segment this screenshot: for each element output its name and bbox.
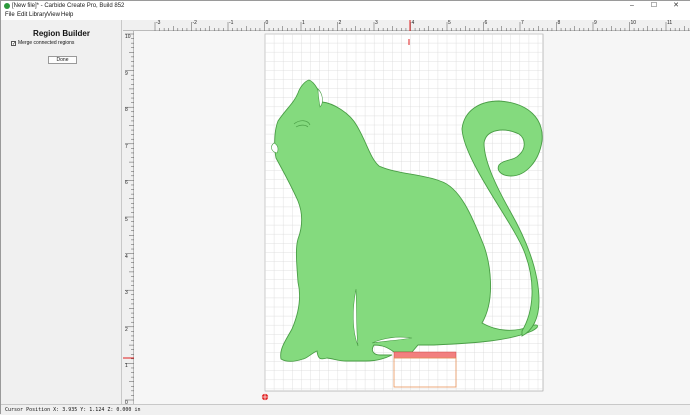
- ruler-label-y: 4: [125, 253, 128, 260]
- ruler-label-x: 10: [630, 20, 637, 26]
- ruler-label-x: -2: [192, 20, 197, 26]
- done-button[interactable]: Done: [48, 56, 77, 64]
- ruler-label-y: 5: [125, 217, 128, 223]
- menu-bar: File Edit Library View Help: [1, 11, 690, 20]
- title-bar: [New file]* - Carbide Create Pro, Build …: [1, 1, 690, 11]
- ruler-label-x: 8: [557, 20, 561, 26]
- ruler-label-y: 2: [125, 326, 128, 333]
- ruler-label-x: 1: [302, 20, 305, 26]
- horizontal-ruler-ticks: [154, 20, 690, 31]
- panel-title: Region Builder: [33, 29, 90, 38]
- horizontal-ruler: -3 -2 -1 0 1 2 3 4 5 6 7 8 9 10 11: [123, 20, 690, 31]
- ruler-label-y: 6: [125, 180, 128, 187]
- ruler-label-x: 2: [338, 20, 342, 26]
- merge-regions-checkbox[interactable]: ✓: [11, 41, 16, 47]
- ruler-label-y: 7: [125, 143, 128, 150]
- menu-view[interactable]: View: [47, 11, 60, 20]
- menu-help[interactable]: Help: [61, 11, 73, 20]
- design-canvas[interactable]: -3 -2 -1 0 1 2 3 4 5 6 7 8 9 10 11 10 9 8 7 6 5 4 3 2 1 0: [123, 20, 690, 406]
- region-builder-panel: Region Builder ✓ Merge connected regions…: [1, 20, 122, 404]
- vertical-ruler: 10 9 8 7 6 5 4 3 2 1 0: [123, 31, 134, 406]
- merge-regions-label: Merge connected regions: [18, 40, 75, 46]
- menu-edit[interactable]: Edit: [17, 11, 27, 20]
- ruler-label-x: 3: [375, 20, 378, 26]
- ruler-label-x: 6: [484, 20, 488, 26]
- ruler-label-x: 9: [594, 20, 597, 26]
- origin-marker-icon: [261, 393, 269, 401]
- menu-library[interactable]: Library: [29, 11, 47, 20]
- ruler-label-y: 10: [125, 34, 131, 40]
- ruler-label-y: 3: [125, 290, 128, 297]
- selected-region[interactable]: [393, 351, 457, 359]
- workspace[interactable]: [134, 31, 690, 404]
- ruler-label-y: 1: [125, 363, 128, 370]
- minimize-button[interactable]: –: [624, 1, 640, 11]
- ruler-label-x: 0: [265, 20, 269, 26]
- ruler-label-x: 7: [521, 20, 524, 26]
- ruler-label-y: 9: [125, 70, 128, 77]
- ruler-label-x: 11: [667, 20, 673, 26]
- app-window: [New file]* - Carbide Create Pro, Build …: [0, 0, 690, 415]
- cursor-position-readout: Cursor Position X: 3.935 Y: 1.124 Z: 0.0…: [5, 407, 141, 413]
- ruler-label-x: -1: [229, 20, 234, 26]
- ruler-label-x: -3: [156, 20, 161, 26]
- window-title: [New file]* - Carbide Create Pro, Build …: [12, 3, 125, 9]
- menu-file[interactable]: File: [5, 11, 15, 20]
- ruler-label-y: 8: [125, 107, 128, 114]
- carbide-create-icon: [4, 3, 10, 9]
- close-button[interactable]: ✕: [668, 1, 684, 11]
- status-bar: Cursor Position X: 3.935 Y: 1.124 Z: 0.0…: [1, 404, 690, 415]
- ruler-label-x: 5: [448, 20, 451, 26]
- maximize-button[interactable]: ☐: [646, 1, 662, 11]
- ruler-label-x: 4: [411, 20, 415, 26]
